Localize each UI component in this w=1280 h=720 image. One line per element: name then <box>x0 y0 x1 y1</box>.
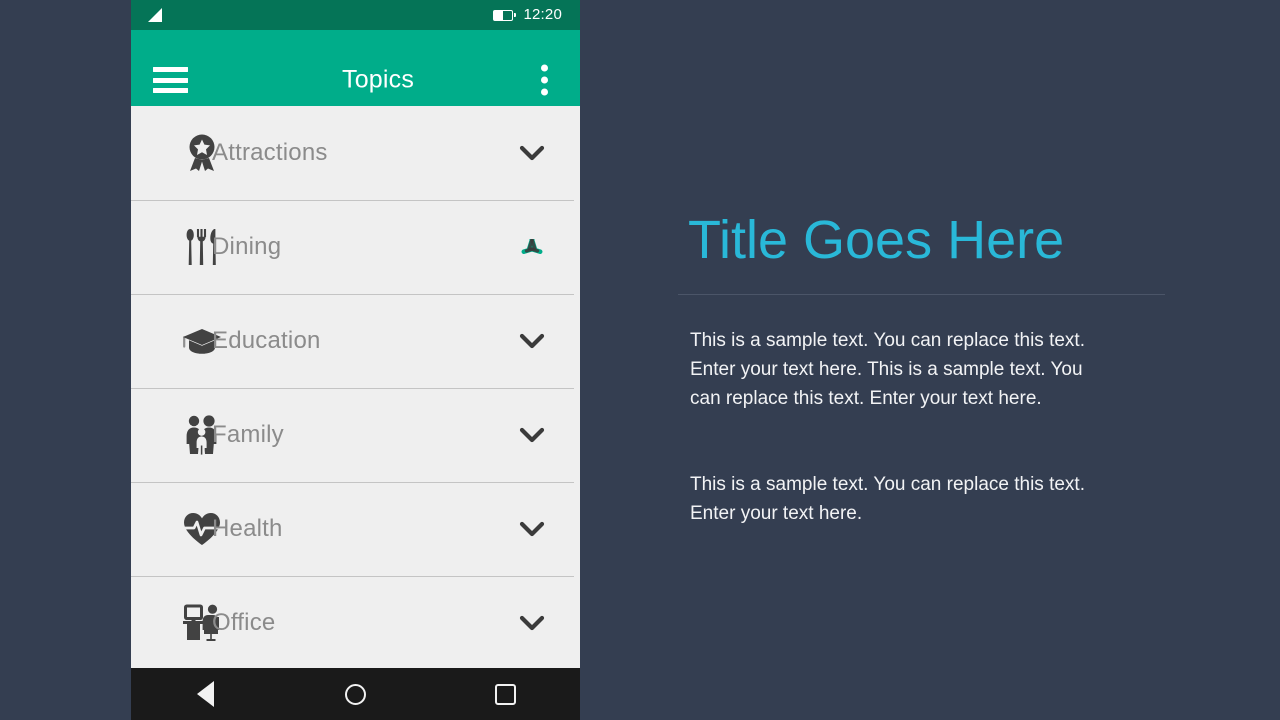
chevron-down-icon[interactable] <box>517 138 547 168</box>
topic-label: Office <box>212 609 276 636</box>
chevron-down-icon[interactable] <box>517 514 547 544</box>
topic-list: Attractions Dining Education Family Heal… <box>131 106 580 670</box>
android-navigation-bar <box>131 668 580 720</box>
signal-bars-icon <box>148 8 162 22</box>
nav-home-button[interactable] <box>325 668 385 720</box>
topic-row-dining[interactable]: Dining <box>131 200 580 294</box>
chevron-down-icon[interactable] <box>517 608 547 638</box>
triangle-back-icon <box>197 681 215 707</box>
app-bar-title: Topics <box>342 65 415 94</box>
topic-row-office[interactable]: Office <box>131 576 580 670</box>
app-bar: Topics <box>131 30 580 106</box>
topic-row-health[interactable]: Health <box>131 482 580 576</box>
title-divider <box>678 294 1165 295</box>
status-bar-right-group: 12:20 <box>493 0 562 30</box>
app-screen: 12:20 Topics Attractions Dining Educatio… <box>0 0 1280 720</box>
content-pane: Title Goes Here This is a sample text. Y… <box>580 0 1280 720</box>
body-paragraph: This is a sample text. You can replace t… <box>690 474 1085 524</box>
overflow-menu-icon[interactable] <box>541 64 548 96</box>
hamburger-menu-icon[interactable] <box>153 67 188 93</box>
square-recents-icon <box>494 683 516 705</box>
body-paragraph: This is a sample text. You can replace t… <box>690 330 1085 409</box>
topic-row-attractions[interactable]: Attractions <box>131 106 580 200</box>
chevron-collapse-icon[interactable] <box>517 232 547 262</box>
circle-home-icon <box>344 683 366 705</box>
topic-row-family[interactable]: Family <box>131 388 580 482</box>
topic-label: Education <box>212 327 321 354</box>
status-bar: 12:20 <box>131 0 580 30</box>
chevron-down-icon[interactable] <box>517 326 547 356</box>
topic-row-education[interactable]: Education <box>131 294 580 388</box>
nav-back-button[interactable] <box>176 668 236 720</box>
topic-label: Family <box>212 421 284 448</box>
status-bar-clock: 12:20 <box>523 6 562 23</box>
phone-panel: 12:20 Topics Attractions Dining Educatio… <box>131 0 580 720</box>
battery-icon <box>493 9 517 21</box>
topic-label: Dining <box>212 233 282 260</box>
chevron-down-icon[interactable] <box>517 420 547 450</box>
page-title: Title Goes Here <box>688 210 1065 270</box>
nav-recents-button[interactable] <box>475 668 535 720</box>
topic-label: Health <box>212 515 283 542</box>
topic-label: Attractions <box>212 139 328 166</box>
